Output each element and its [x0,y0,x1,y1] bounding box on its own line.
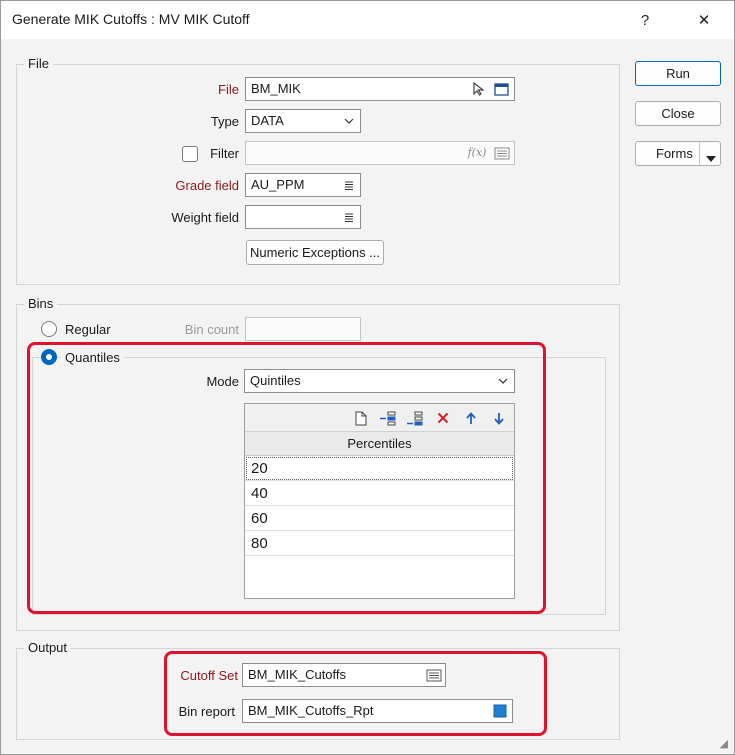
output-highlight [164,651,547,736]
file-label: File [218,82,239,97]
list-icon[interactable] [340,177,358,193]
forms-divider [699,142,700,165]
run-button[interactable]: Run [635,61,721,86]
close-button[interactable]: Close [635,101,721,126]
weight-field-label: Weight field [171,210,239,225]
filter-checkbox[interactable] [182,146,198,162]
type-label: Type [210,114,239,129]
filter-input[interactable]: f(x) [245,141,515,165]
grade-field-label: Grade field [175,178,239,193]
file-input[interactable]: BM_MIK [245,77,515,101]
function-icon[interactable]: f(x) [468,145,487,161]
weight-field-input[interactable] [245,205,361,229]
type-select[interactable]: DATA [245,109,361,133]
filter-label: Filter [210,146,239,161]
file-group-legend: File [24,56,53,71]
window-title: Generate MIK Cutoffs : MV MIK Cutoff [12,11,250,27]
pointer-select-icon[interactable] [470,81,488,97]
help-button[interactable]: ? [625,7,665,33]
list-icon[interactable] [340,209,358,225]
regular-label: Regular [65,322,111,337]
bins-group-legend: Bins [24,296,58,311]
expression-editor-icon[interactable] [493,145,511,161]
forms-label: Forms [656,146,693,161]
browse-window-icon[interactable] [492,81,510,97]
chevron-down-icon [340,113,358,129]
bin-count-label: Bin count [184,322,239,337]
dialog-window: Generate MIK Cutoffs : MV MIK Cutoff ? ✕… [0,0,735,755]
grade-field-input[interactable]: AU_PPM [245,173,361,197]
regular-radio[interactable] [41,321,57,337]
numeric-exceptions-button[interactable]: Numeric Exceptions ... [246,240,384,265]
title-bar: Generate MIK Cutoffs : MV MIK Cutoff ? ✕ [1,1,734,39]
output-group-legend: Output [24,640,72,655]
caret-down-icon[interactable] [706,150,716,165]
quantiles-highlight [27,342,546,614]
close-window-button[interactable]: ✕ [684,7,724,33]
forms-button[interactable]: Forms [635,141,721,166]
bin-count-input[interactable] [245,317,361,341]
resize-grip-icon[interactable]: ◢ [720,737,728,750]
